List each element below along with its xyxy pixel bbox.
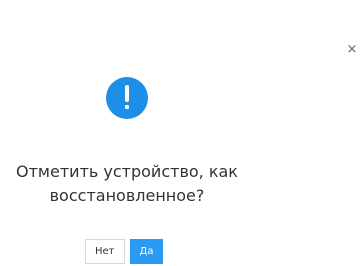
close-icon[interactable]: × [345,43,359,57]
dialog-title: Отметить устройство, как восстановленное… [0,160,254,208]
dialog-title-line-2: восстановленное? [49,186,205,205]
exclamation-bar [125,85,129,102]
dialog-actions: Нет Да [85,239,164,264]
dialog-title-line-1: Отметить устройство, как [16,162,238,181]
exclamation-dot [125,105,129,109]
exclamation-icon [106,77,148,119]
no-button[interactable]: Нет [85,239,125,264]
yes-button[interactable]: Да [129,239,164,264]
